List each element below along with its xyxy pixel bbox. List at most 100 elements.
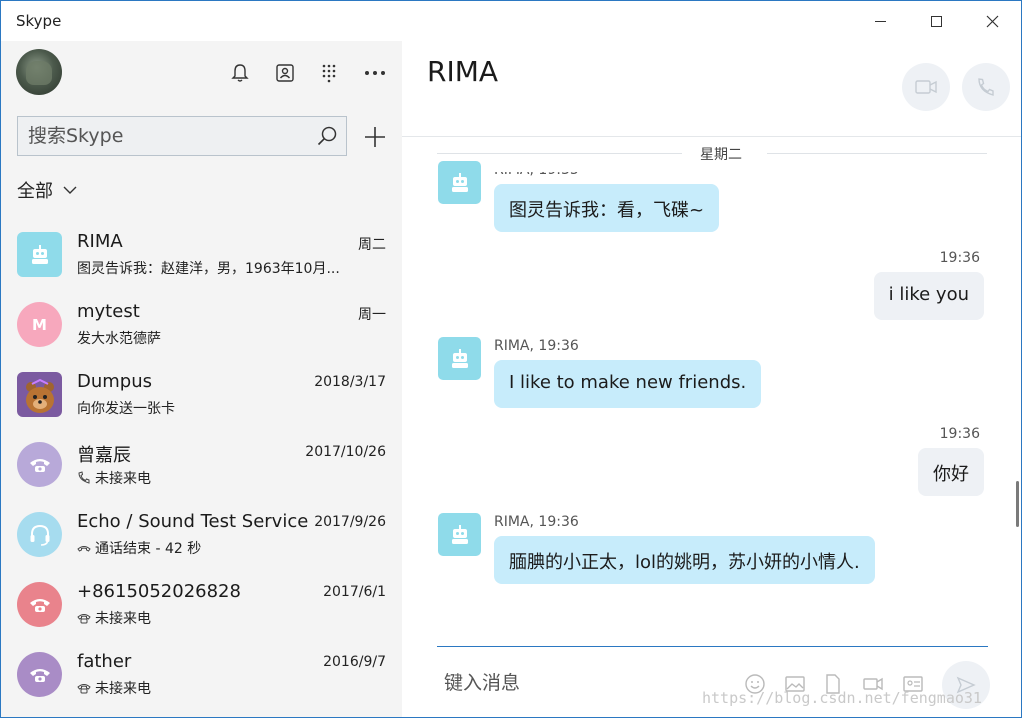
phone-icon	[29, 598, 50, 612]
profile-avatar[interactable]	[16, 49, 62, 95]
audio-call-button[interactable]	[962, 63, 1010, 111]
close-button[interactable]	[964, 1, 1020, 41]
conversation-item-echo[interactable]: Echo / Sound Test Service 2017/9/26 通话结束…	[1, 511, 402, 581]
contacts-icon	[276, 64, 294, 82]
conversation-avatar	[17, 582, 62, 627]
message-time: 19:36	[939, 426, 980, 442]
conversation-preview: 图灵告诉我：赵建洋，男，1963年10月...	[77, 261, 340, 277]
conversation-avatar	[17, 232, 62, 277]
conversation-item-rima[interactable]: RIMA 周二 图灵告诉我：赵建洋，男，1963年10月...	[1, 231, 402, 301]
conversation-time: 2017/6/1	[323, 584, 386, 600]
conversation-name: Echo / Sound Test Service	[77, 511, 309, 532]
conversation-preview: 未接来电	[77, 678, 151, 698]
conversation-name: Dumpus	[77, 371, 153, 392]
message-sender: RIMA, 19:36	[494, 514, 579, 530]
missed-call-icon	[77, 614, 91, 624]
day-separator: 星期二	[437, 143, 987, 164]
title-bar: Skype	[1, 1, 1021, 41]
notifications-button[interactable]	[226, 59, 254, 87]
conversation-time: 周二	[358, 237, 386, 253]
conversation-time: 2017/9/26	[314, 514, 386, 530]
conversation-preview: 向你发送一张卡	[77, 401, 175, 417]
robot-icon	[451, 524, 468, 544]
robot-icon	[451, 348, 468, 368]
conversation-avatar	[17, 512, 62, 557]
message-list: 星期二 RIMA, 19:35 图灵告诉我：看，飞碟~ 19:36 i like…	[402, 137, 1012, 647]
filter-dropdown[interactable]: 全部	[17, 177, 77, 203]
separator-line-left	[437, 153, 682, 154]
search-box	[17, 116, 347, 156]
message-bubble-outgoing[interactable]: 你好	[918, 448, 984, 496]
conversation-item-zengjiachen[interactable]: 曾嘉辰 2017/10/26 未接来电	[1, 441, 402, 511]
conversation-time: 2016/9/7	[323, 654, 386, 670]
day-label: 星期二	[690, 144, 752, 164]
phone-icon	[29, 668, 50, 682]
message-avatar[interactable]	[438, 337, 481, 380]
skype-window: Skype 搜索Skype 全部 RIMA 周二 图灵告诉我：赵建洋，男，196…	[0, 0, 1022, 718]
message-bubble-incoming[interactable]: 图灵告诉我：看，飞碟~	[494, 184, 720, 232]
conversation-item-mytest[interactable]: M mytest 周一 发大水范德萨	[1, 301, 402, 371]
dialpad-icon	[322, 64, 336, 83]
watermark: https://blog.csdn.net/fengmao31	[702, 689, 982, 707]
conversation-preview: 发大水范德萨	[77, 331, 161, 347]
maximize-icon	[930, 15, 942, 27]
message-bubble-incoming[interactable]: I like to make new friends.	[494, 360, 762, 408]
more-icon	[365, 71, 385, 75]
message-sender: RIMA, 19:35	[494, 162, 579, 178]
conversation-time: 周一	[358, 307, 386, 323]
conversation-preview: 未接来电	[77, 608, 151, 628]
chat-title: RIMA	[427, 55, 499, 88]
conversation-name: mytest	[77, 301, 140, 322]
headset-icon	[30, 524, 49, 546]
minimize-button[interactable]	[852, 1, 908, 41]
message-scrollbar[interactable]	[1016, 481, 1019, 527]
more-options-button[interactable]	[361, 59, 389, 87]
search-icon[interactable]	[316, 125, 338, 147]
avatar-initial: M	[32, 315, 47, 334]
conversation-avatar	[17, 442, 62, 487]
maximize-button[interactable]	[908, 1, 964, 41]
contacts-button[interactable]	[271, 59, 299, 87]
compose-divider	[437, 646, 988, 647]
robot-icon	[31, 244, 48, 264]
message-bubble-outgoing[interactable]: i like you	[873, 272, 984, 320]
conversation-avatar	[17, 652, 62, 697]
dialpad-button[interactable]	[315, 59, 343, 87]
search-input[interactable]	[28, 123, 313, 149]
robot-icon	[451, 172, 468, 192]
message-time: 19:36	[939, 250, 980, 266]
chevron-down-icon	[63, 186, 77, 194]
conversation-name: +8615052026828	[77, 581, 241, 602]
video-camera-icon	[915, 80, 937, 94]
phone-icon	[29, 458, 50, 472]
conversation-name: 曾嘉辰	[77, 445, 131, 466]
conversation-avatar	[17, 372, 62, 417]
conversation-avatar: M	[17, 302, 62, 347]
new-chat-plus-icon[interactable]	[362, 124, 388, 150]
video-call-button[interactable]	[902, 63, 950, 111]
sidebar: 全部 RIMA 周二 图灵告诉我：赵建洋，男，1	[1, 41, 402, 717]
message-input[interactable]	[444, 669, 734, 697]
conversation-name: father	[77, 651, 132, 672]
message-sender: RIMA, 19:36	[494, 338, 579, 354]
app-title: Skype	[16, 12, 62, 30]
missed-call-icon	[78, 471, 90, 484]
call-ended-icon	[77, 546, 91, 552]
conversation-item-dumpus[interactable]: Dumpus 2018/3/17 向你发送一张卡	[1, 371, 402, 441]
message-avatar[interactable]	[438, 161, 481, 204]
conversation-name: RIMA	[77, 231, 123, 252]
close-icon	[986, 15, 998, 27]
message-avatar[interactable]	[438, 513, 481, 556]
filter-label: 全部	[17, 181, 53, 202]
message-bubble-incoming[interactable]: 腼腆的小正太，lol的姚明，苏小妍的小情人.	[494, 536, 875, 584]
conversation-item-phone-number[interactable]: +8615052026828 2017/6/1 未接来电	[1, 581, 402, 651]
conversation-preview: 未接来电	[77, 468, 151, 488]
conversation-time: 2017/10/26	[305, 444, 386, 460]
minimize-icon	[874, 20, 886, 22]
separator-line-right	[767, 153, 987, 154]
chat-pane: RIMA 星期二 RIMA, 19:35 图灵告诉我：看，飞碟~ 19:36 i…	[402, 41, 1021, 717]
missed-call-icon	[77, 684, 91, 694]
conversation-item-father[interactable]: father 2016/9/7 未接来电	[1, 651, 402, 717]
phone-call-icon	[978, 78, 994, 96]
conversation-preview: 通话结束 - 42 秒	[77, 538, 201, 558]
